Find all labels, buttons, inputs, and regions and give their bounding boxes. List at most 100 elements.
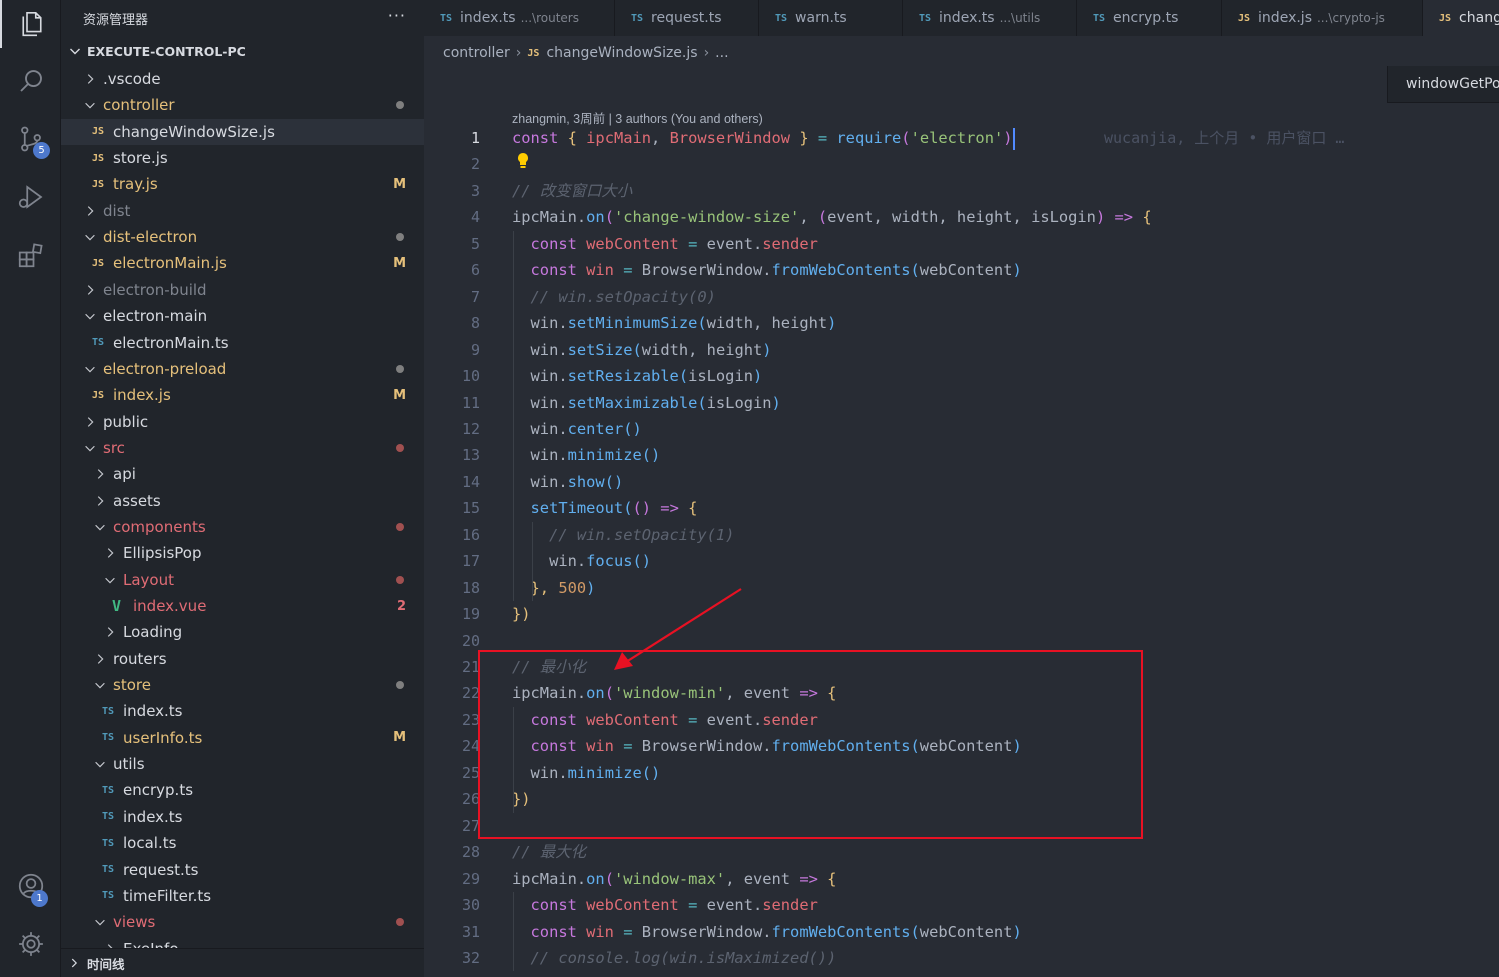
chevron-down-icon bbox=[85, 366, 95, 373]
file-item[interactable]: TS encryp.ts bbox=[61, 777, 424, 803]
editor-tab[interactable]: TS index.ts ...\routers bbox=[424, 0, 615, 36]
tab-label: encryp.ts bbox=[1113, 10, 1179, 26]
sticky-label: windowGetPosition bbox=[1406, 76, 1499, 92]
folder-item[interactable]: Loading bbox=[61, 619, 424, 645]
sticky-scroll-widget[interactable]: windowGetPosition bbox=[1387, 66, 1499, 103]
accounts-icon[interactable]: 1 bbox=[0, 862, 61, 910]
modified-dot-icon bbox=[396, 101, 404, 110]
code-line: 4 ipcMain.on('change-window-size', (event… bbox=[424, 204, 1499, 230]
code-text: const win = BrowserWindow.fromWebContent… bbox=[512, 737, 1022, 756]
folder-item[interactable]: store bbox=[61, 672, 424, 698]
editor-tab[interactable]: JS index.js ...\crypto-js bbox=[1222, 0, 1423, 36]
editor-tab[interactable]: TS warn.ts bbox=[759, 0, 903, 36]
file-item[interactable]: TS index.ts bbox=[61, 804, 424, 830]
line-number: 26 bbox=[461, 790, 480, 809]
line-number: 5 bbox=[470, 234, 480, 253]
folder-item[interactable]: public bbox=[61, 409, 424, 435]
file-item[interactable]: TS userInfo.ts M bbox=[61, 725, 424, 751]
ts-file-icon: TS bbox=[102, 890, 115, 902]
folder-item[interactable]: electron-preload bbox=[61, 356, 424, 382]
explorer-icon[interactable] bbox=[0, 0, 61, 48]
code-line: 12 win.center() bbox=[424, 416, 1499, 442]
line-number: 8 bbox=[470, 314, 480, 333]
code-text: win.show() bbox=[512, 472, 624, 491]
breadcrumb-tail[interactable]: ... bbox=[715, 45, 728, 61]
folder-item[interactable]: assets bbox=[61, 488, 424, 514]
line-number: 23 bbox=[461, 710, 480, 729]
folder-item[interactable]: views bbox=[61, 909, 424, 935]
editor-tab[interactable]: TS index.ts ...\utils bbox=[903, 0, 1077, 36]
ts-file-icon: TS bbox=[92, 337, 105, 348]
source-control-icon[interactable]: 5 bbox=[0, 115, 61, 163]
project-section-header[interactable]: EXECUTE-CONTROL-PC bbox=[61, 39, 424, 63]
line-number: 16 bbox=[461, 525, 480, 544]
code-text: // 最大化 bbox=[512, 843, 586, 862]
file-item[interactable]: JS store.js bbox=[61, 145, 424, 171]
run-debug-icon[interactable] bbox=[0, 173, 61, 221]
folder-item[interactable]: electron-main bbox=[61, 303, 424, 329]
folder-item[interactable]: api bbox=[61, 461, 424, 487]
modified-dot-icon bbox=[396, 681, 404, 690]
tab-label: changeWindowSize.js bbox=[1459, 10, 1499, 26]
breadcrumb-separator-icon: › bbox=[703, 45, 710, 61]
code-text: }) bbox=[512, 790, 531, 809]
folder-item[interactable]: ExeInfo bbox=[61, 936, 424, 948]
file-item[interactable]: Vindex.vue 2 bbox=[61, 593, 424, 619]
line-number: 20 bbox=[461, 631, 480, 650]
folder-item[interactable]: .vscode bbox=[61, 66, 424, 92]
folder-item[interactable]: src bbox=[61, 435, 424, 461]
file-item[interactable]: TS electronMain.ts bbox=[61, 330, 424, 356]
tab-label: warn.ts bbox=[795, 10, 847, 26]
chevron-right-icon bbox=[97, 495, 104, 506]
folder-item[interactable]: dist bbox=[61, 198, 424, 224]
folder-item[interactable]: utils bbox=[61, 751, 424, 777]
line-number: 18 bbox=[461, 578, 480, 597]
breadcrumb-folder[interactable]: controller bbox=[443, 45, 510, 61]
js-file-icon: JS bbox=[92, 389, 105, 401]
js-file-icon: JS bbox=[92, 257, 105, 269]
git-status-badge: M bbox=[393, 255, 406, 271]
file-item[interactable]: TS timeFilter.ts bbox=[61, 883, 424, 909]
tree-item-label: electron-main bbox=[103, 307, 208, 326]
code-line: 22 ipcMain.on('window-min', event => { bbox=[424, 680, 1499, 706]
more-actions-icon[interactable]: ··· bbox=[388, 6, 406, 25]
js-file-icon: JS bbox=[527, 47, 540, 59]
file-item[interactable]: JS tray.js M bbox=[61, 171, 424, 197]
folder-item[interactable]: components bbox=[61, 514, 424, 540]
scm-badge: 5 bbox=[33, 142, 50, 159]
tree-item-label: electronMain.js bbox=[113, 254, 227, 273]
code-editor[interactable]: zhangmin, 3周前 | 3 authors (You and other… bbox=[424, 70, 1499, 977]
editor-tab[interactable]: TS request.ts bbox=[615, 0, 759, 36]
editor-tab[interactable]: TS encryp.ts bbox=[1077, 0, 1222, 36]
settings-gear-icon[interactable] bbox=[0, 920, 61, 968]
file-item[interactable]: JS index.js M bbox=[61, 382, 424, 408]
file-item[interactable]: TS local.ts bbox=[61, 830, 424, 856]
file-item[interactable]: JS changeWindowSize.js bbox=[61, 118, 424, 145]
folder-item[interactable]: dist-electron bbox=[61, 224, 424, 250]
folder-item[interactable]: electron-build bbox=[61, 277, 424, 303]
timeline-section-header[interactable]: 时间线 bbox=[61, 948, 424, 977]
chevron-right-icon bbox=[87, 205, 94, 216]
explorer-sidebar: 资源管理器 ··· EXECUTE-CONTROL-PC .vscode cont… bbox=[61, 0, 424, 977]
folder-item[interactable]: EllipsisPop bbox=[61, 540, 424, 566]
tree-item-label: encryp.ts bbox=[123, 781, 194, 800]
git-status-badge: M bbox=[393, 730, 406, 746]
folder-item[interactable]: Layout bbox=[61, 567, 424, 593]
chevron-down-icon bbox=[85, 445, 95, 452]
breadcrumb-file[interactable]: changeWindowSize.js bbox=[546, 45, 697, 61]
tree-item-label: local.ts bbox=[123, 834, 177, 853]
file-item[interactable]: TS request.ts bbox=[61, 857, 424, 883]
editor-tab[interactable]: JS changeWindowSize.js bbox=[1423, 0, 1499, 36]
file-item[interactable]: TS index.ts bbox=[61, 698, 424, 724]
search-icon[interactable] bbox=[0, 57, 61, 105]
line-number: 31 bbox=[461, 922, 480, 941]
code-line: 1 const { ipcMain, BrowserWindow } = requ… bbox=[424, 125, 1499, 151]
js-file-icon: JS bbox=[92, 152, 105, 164]
extensions-icon[interactable] bbox=[0, 231, 61, 279]
folder-item[interactable]: controller bbox=[61, 92, 424, 118]
code-text: // 改变窗口大小 bbox=[512, 181, 633, 200]
folder-item[interactable]: routers bbox=[61, 646, 424, 672]
code-text: ipcMain.on('window-max', event => { bbox=[512, 869, 837, 888]
tree-item-label: assets bbox=[113, 491, 161, 510]
file-item[interactable]: JS electronMain.js M bbox=[61, 250, 424, 276]
